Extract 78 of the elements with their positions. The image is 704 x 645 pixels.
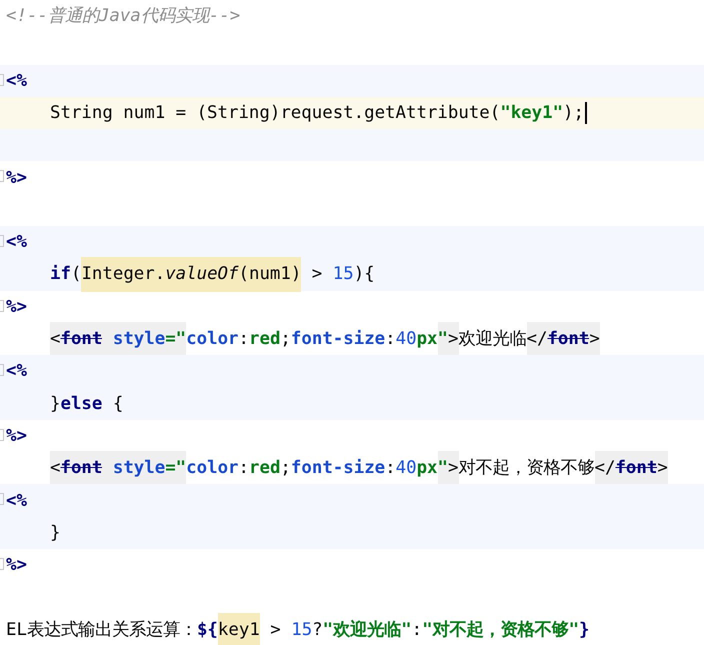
attribute-name: font-size bbox=[290, 328, 386, 352]
code-text: ){ bbox=[354, 263, 375, 286]
tag-name: font bbox=[60, 451, 102, 486]
jsp-delimiter: %> bbox=[6, 166, 27, 190]
code-text: ); bbox=[563, 102, 584, 125]
code-text: } bbox=[50, 392, 60, 416]
attribute-name: font-size bbox=[290, 457, 386, 480]
tag-name: font bbox=[547, 322, 590, 356]
code-text: 对不起，资格不够 bbox=[458, 457, 594, 480]
code-text: } bbox=[50, 522, 60, 545]
fold-marker-icon[interactable] bbox=[0, 428, 4, 441]
attribute-name: style bbox=[102, 322, 166, 356]
code-keyword: else bbox=[60, 392, 102, 416]
code-text: : bbox=[385, 328, 396, 352]
attribute-name: style bbox=[102, 451, 166, 486]
jsp-delimiter: <% bbox=[6, 70, 27, 93]
string-literal: " bbox=[438, 322, 448, 356]
code-text: < bbox=[50, 322, 60, 356]
fold-marker-icon[interactable] bbox=[0, 300, 4, 312]
code-text: > bbox=[448, 322, 458, 356]
string-literal: "对不起，资格不够" bbox=[422, 618, 580, 642]
code-text: : bbox=[385, 457, 396, 480]
code-text: < bbox=[50, 451, 60, 486]
code-text: ; bbox=[280, 328, 291, 352]
code-comment: <!--普通的Java代码实现--> bbox=[6, 5, 240, 28]
code-text: > bbox=[269, 618, 282, 642]
jsp-delimiter: <% bbox=[6, 231, 27, 254]
string-literal: "欢迎光临" bbox=[322, 618, 412, 642]
code-text: (num1) bbox=[238, 257, 302, 292]
code-text: String num1 = (String)request.getAttribute( bbox=[50, 102, 500, 125]
jsp-delimiter: <% bbox=[6, 490, 27, 513]
code-text: key1 bbox=[218, 612, 260, 645]
string-literal: =" bbox=[165, 322, 186, 356]
tag-name: font bbox=[615, 451, 658, 486]
code-text: 欢迎光临 bbox=[458, 328, 526, 352]
code-text: > bbox=[310, 263, 324, 286]
code-text: EL表达式输出关系运算： bbox=[6, 618, 197, 642]
code-text: : bbox=[238, 457, 249, 480]
code-text: ( bbox=[70, 263, 82, 286]
jsp-delimiter: %> bbox=[6, 554, 27, 578]
code-text: > bbox=[589, 322, 600, 356]
tag-name: font bbox=[60, 322, 102, 356]
number-literal: 15 bbox=[332, 263, 354, 286]
code-text: </ bbox=[526, 322, 548, 356]
fold-marker-icon[interactable] bbox=[0, 74, 4, 86]
fold-marker-icon[interactable] bbox=[0, 493, 4, 506]
string-literal: red bbox=[249, 328, 280, 352]
code-text: </ bbox=[594, 451, 616, 486]
code-text: { bbox=[112, 392, 124, 416]
jsp-delimiter: %> bbox=[6, 296, 27, 319]
attribute-name: color bbox=[186, 457, 239, 480]
string-literal: =" bbox=[165, 451, 186, 486]
code-text: Integer. bbox=[81, 257, 166, 292]
jsp-delimiter: %> bbox=[6, 424, 27, 448]
string-literal: " bbox=[438, 451, 448, 486]
string-literal: "key1" bbox=[500, 102, 564, 125]
number-literal: 15 bbox=[291, 618, 312, 642]
code-keyword: if bbox=[50, 263, 71, 286]
string-literal: px bbox=[416, 328, 438, 352]
fold-marker-icon[interactable] bbox=[0, 364, 4, 376]
code-text: > bbox=[657, 451, 668, 486]
code-text: : bbox=[238, 328, 249, 352]
jsp-delimiter: } bbox=[579, 618, 590, 642]
string-literal: red bbox=[249, 457, 280, 480]
code-text: : bbox=[412, 618, 422, 642]
number-literal: 40 bbox=[396, 328, 417, 352]
attribute-name: color bbox=[186, 328, 239, 352]
fold-marker-icon[interactable] bbox=[0, 235, 4, 248]
number-literal: 40 bbox=[396, 457, 417, 480]
fold-marker-icon[interactable] bbox=[0, 558, 4, 570]
string-literal: px bbox=[416, 457, 438, 480]
method-name: valueOf bbox=[165, 257, 238, 292]
code-text: ; bbox=[280, 457, 291, 480]
code-text: ? bbox=[312, 618, 323, 642]
fold-marker-icon[interactable] bbox=[0, 170, 4, 182]
jsp-delimiter: ${ bbox=[196, 618, 218, 642]
jsp-delimiter: <% bbox=[6, 360, 27, 384]
code-text: > bbox=[448, 451, 458, 486]
